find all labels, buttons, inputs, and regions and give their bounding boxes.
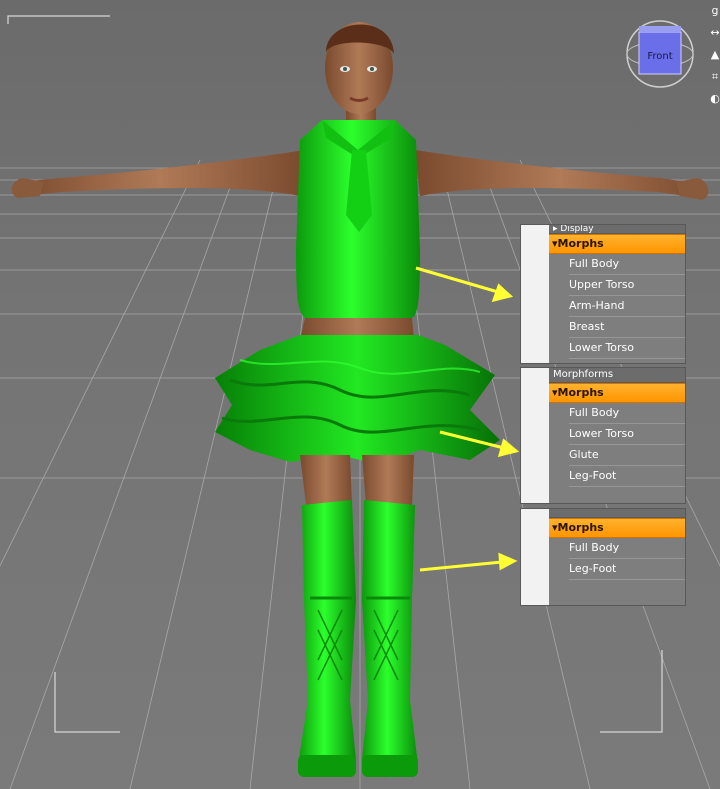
camera-label: Front [647, 51, 673, 62]
section-title-blank [549, 509, 685, 518]
right-toolbar: g ↔ ▲ ⌗ ◐ [710, 0, 720, 130]
figure-head [325, 22, 394, 134]
morph-item-full-body[interactable]: Full Body [569, 403, 685, 424]
figure-skirt [215, 335, 500, 465]
morphs-header[interactable]: ▾Morphs [549, 234, 685, 254]
morphs-header[interactable]: ▾Morphs [549, 518, 685, 538]
toolbar-glyph[interactable]: ⌗ [710, 66, 720, 88]
morph-item-breast[interactable]: Breast [569, 317, 685, 338]
morphs-panel-upper: ▸ Display ▾Morphs Full Body Upper Torso … [520, 224, 686, 364]
morph-item-arm-hand[interactable]: Arm-Hand [569, 296, 685, 317]
morphs-panel-lower: ▾Morphs Full Body Leg-Foot [520, 508, 686, 606]
toolbar-glyph[interactable]: ↔ [710, 22, 720, 44]
morphs-header[interactable]: ▾Morphs [549, 383, 685, 403]
figure-boots [298, 500, 418, 778]
morph-item-upper-torso[interactable]: Upper Torso [569, 275, 685, 296]
morph-item-leg-foot[interactable]: Leg-Foot [569, 466, 685, 487]
panel-gutter [521, 225, 549, 363]
morph-item-leg-foot[interactable]: Leg-Foot [569, 559, 685, 580]
figure-legs [300, 455, 414, 505]
morphs-header-label: Morphs [557, 521, 604, 534]
camera-view-cube[interactable]: Front [624, 18, 696, 90]
section-title-morphforms[interactable]: Morphforms [549, 368, 685, 383]
section-title-display[interactable]: ▸ Display [549, 225, 685, 234]
toolbar-glyph[interactable]: ◐ [710, 88, 720, 110]
morph-item-lower-torso[interactable]: Lower Torso [569, 424, 685, 445]
figure-top [296, 120, 420, 318]
morph-item-glute[interactable]: Glute [569, 445, 685, 466]
morph-item-full-body[interactable]: Full Body [569, 254, 685, 275]
morph-item-lower-torso[interactable]: Lower Torso [569, 338, 685, 359]
morphs-header-label: Morphs [557, 237, 604, 250]
panel-gutter [521, 368, 549, 503]
morph-item-full-body[interactable]: Full Body [569, 538, 685, 559]
morphs-panel-middle: Morphforms ▾Morphs Full Body Lower Torso… [520, 367, 686, 504]
panel-gutter [521, 509, 549, 605]
toolbar-glyph[interactable]: g [710, 0, 720, 22]
toolbar-glyph[interactable]: ▲ [710, 44, 720, 66]
morphs-header-label: Morphs [557, 386, 604, 399]
